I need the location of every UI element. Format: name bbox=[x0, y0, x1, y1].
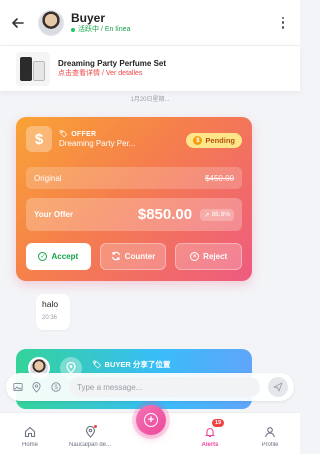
trend-up-icon: ↗ bbox=[204, 211, 210, 219]
reject-label: Reject bbox=[203, 252, 228, 261]
user-info: Buyer 活跃中 / En línea bbox=[71, 11, 131, 35]
online-dot-icon bbox=[71, 27, 75, 32]
percent-badge: ↗ 88.9% bbox=[200, 208, 234, 221]
offer-header: $ 🏷 OFFER Dreaming Party Per... bbox=[26, 126, 135, 152]
bell-icon bbox=[203, 425, 217, 439]
dollar-circle-icon: $ bbox=[193, 136, 203, 145]
percent-text: 88.9% bbox=[211, 211, 230, 218]
message-input-bar: $ bbox=[6, 373, 294, 401]
check-circle-icon: ✓ bbox=[38, 252, 48, 261]
status-text: 活跃中 / En línea bbox=[78, 25, 131, 33]
nav-profile-label: Profile bbox=[261, 442, 279, 448]
send-icon[interactable] bbox=[268, 377, 288, 397]
tag-icon: 🏷 bbox=[92, 360, 102, 369]
original-price-row: Original $450.00 bbox=[26, 167, 242, 189]
view-details-link[interactable]: 点击查看详情 / Ver detalles bbox=[58, 69, 166, 79]
nav-home[interactable]: Home bbox=[0, 413, 60, 454]
dollar-circle-icon[interactable]: $ bbox=[50, 382, 61, 393]
nav-alerts-label: Alerts bbox=[201, 442, 219, 448]
back-arrow-icon[interactable] bbox=[10, 15, 26, 31]
x-circle-icon: × bbox=[190, 252, 200, 261]
nav-home-label: Home bbox=[21, 442, 38, 448]
product-bar[interactable]: Dreaming Party Perfume Set 点击查看详情 / Ver … bbox=[0, 45, 300, 91]
your-offer-amount: $850.00 bbox=[137, 206, 193, 223]
pending-status-text: Pending bbox=[205, 136, 235, 145]
original-price: $450.00 bbox=[205, 173, 234, 183]
location-dot bbox=[94, 425, 97, 428]
user-icon bbox=[263, 425, 277, 439]
product-thumbnail bbox=[16, 51, 50, 86]
tag-icon: 🏷 bbox=[59, 131, 69, 138]
location-card-title: 🏷 BUYER 分享了位置 bbox=[92, 359, 170, 370]
location-card-title-text: BUYER 分享了位置 bbox=[104, 360, 171, 369]
your-offer-row: Your Offer $850.00 ↗ 88.9% bbox=[26, 198, 242, 231]
image-icon[interactable] bbox=[12, 382, 23, 393]
user-status: 活跃中 / En línea bbox=[71, 25, 131, 35]
user-avatar[interactable] bbox=[38, 9, 64, 36]
more-options-icon[interactable] bbox=[276, 16, 290, 30]
plus-icon: + bbox=[144, 413, 158, 427]
offer-card: $ 🏷 OFFER Dreaming Party Per... $ Pendin… bbox=[16, 117, 252, 281]
message-bubble[interactable]: halo 20:36 bbox=[36, 294, 70, 330]
original-label: Original bbox=[34, 173, 62, 183]
reject-button[interactable]: × Reject bbox=[175, 243, 243, 270]
nav-alerts[interactable]: 19 Alerts bbox=[180, 413, 240, 454]
your-offer-label: Your Offer bbox=[34, 210, 73, 219]
home-icon bbox=[23, 425, 37, 439]
counter-label: Counter bbox=[124, 252, 156, 261]
counter-button[interactable]: Counter bbox=[99, 243, 167, 270]
add-listing-button[interactable]: + bbox=[136, 405, 166, 435]
pending-status-badge: $ Pending bbox=[186, 133, 242, 148]
offer-label-text: OFFER bbox=[71, 130, 97, 138]
accept-button[interactable]: ✓ Accept bbox=[26, 243, 91, 270]
message-text: halo bbox=[42, 299, 59, 309]
nav-profile[interactable]: Profile bbox=[240, 413, 300, 454]
alerts-badge: 19 bbox=[212, 419, 225, 427]
location-icon[interactable] bbox=[31, 381, 42, 393]
nav-location-label: Naucalpan de... bbox=[68, 442, 112, 448]
offer-product-name: Dreaming Party Per... bbox=[59, 139, 136, 148]
offer-label: 🏷 OFFER bbox=[59, 130, 135, 139]
refresh-icon bbox=[111, 251, 121, 263]
date-divider: 1月20日星期... bbox=[130, 97, 170, 103]
product-info: Dreaming Party Perfume Set 点击查看详情 / Ver … bbox=[58, 58, 166, 79]
nav-location[interactable]: Naucalpan de... bbox=[60, 413, 120, 454]
message-time: 20:36 bbox=[42, 315, 58, 321]
dollar-icon: $ bbox=[26, 126, 52, 152]
accept-label: Accept bbox=[51, 252, 79, 261]
message-input[interactable] bbox=[69, 377, 260, 397]
user-name: Buyer bbox=[71, 10, 106, 25]
chat-header: Buyer 活跃中 / En línea bbox=[0, 0, 300, 45]
product-title: Dreaming Party Perfume Set bbox=[58, 59, 167, 68]
offer-actions: ✓ Accept Counter × Reject bbox=[26, 243, 243, 270]
